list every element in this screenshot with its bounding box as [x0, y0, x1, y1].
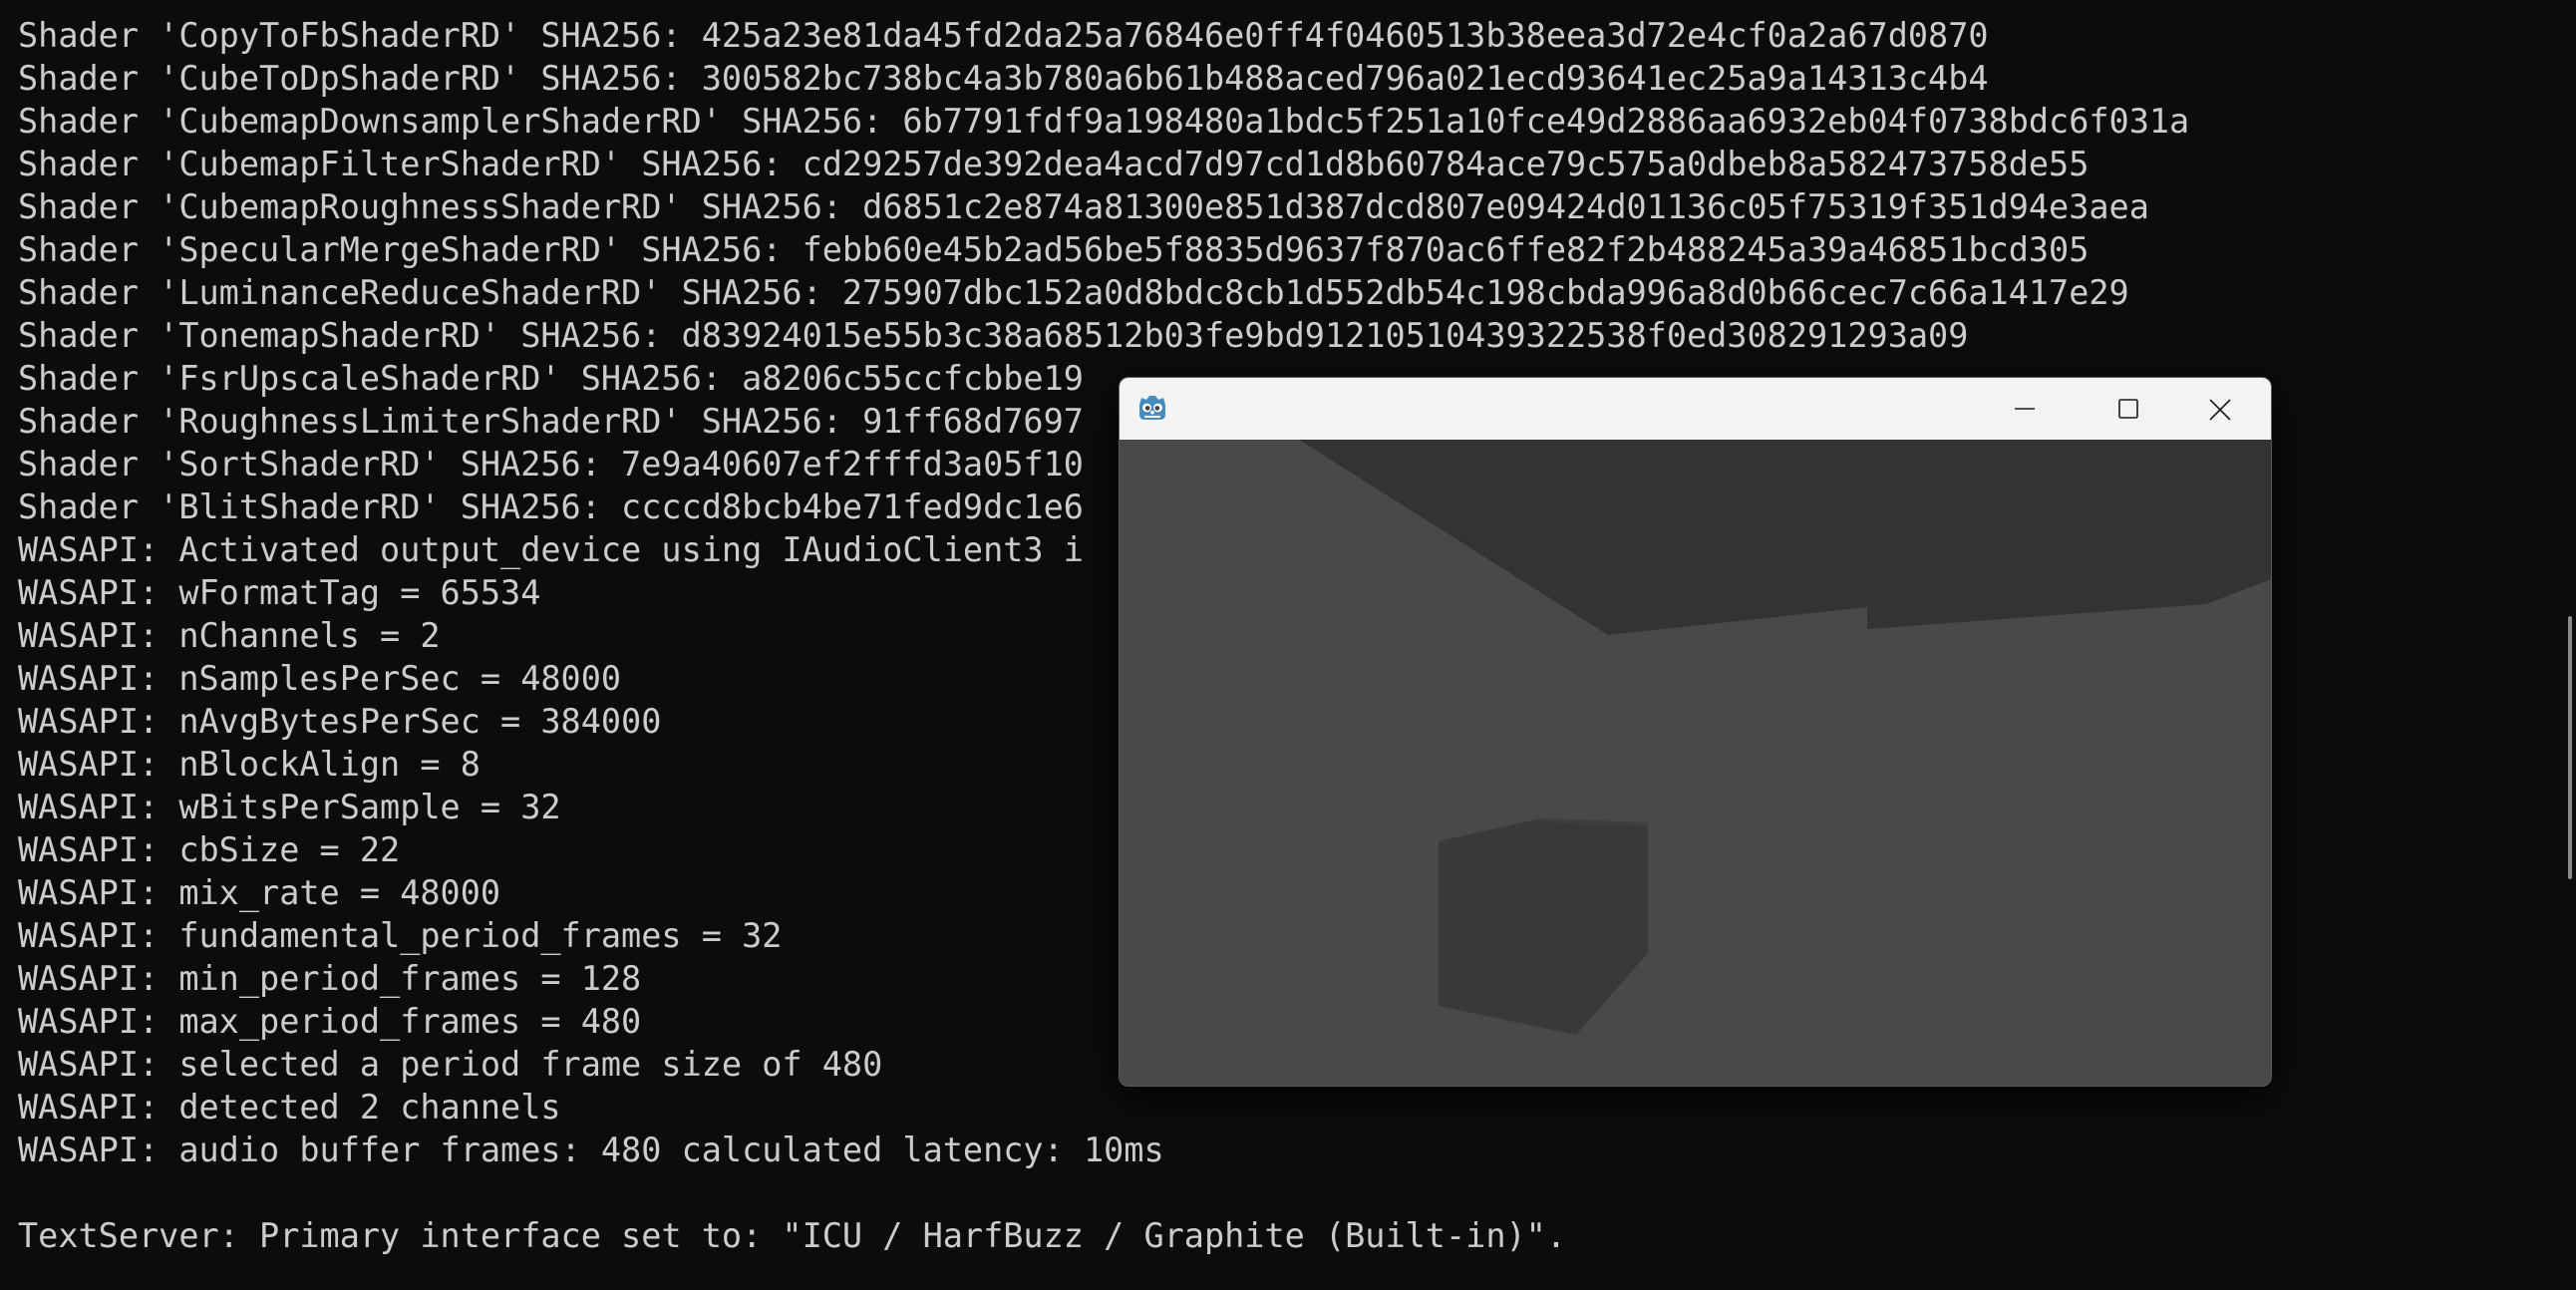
console-scrollbar[interactable]: [2568, 616, 2572, 879]
console-line: Shader 'CubemapDownsamplerShaderRD' SHA2…: [18, 102, 2190, 141]
minimize-button[interactable]: [1973, 378, 2077, 440]
godot-game-window[interactable]: [1119, 377, 2272, 1087]
console-line: Shader 'LuminanceReduceShaderRD' SHA256:…: [18, 273, 2129, 312]
console-line: Shader 'SpecularMergeShaderRD' SHA256: f…: [18, 230, 2090, 269]
console-line: Shader 'CubeToDpShaderRD' SHA256: 300582…: [18, 59, 1989, 98]
console-line: Shader 'CopyToFbShaderRD' SHA256: 425a23…: [18, 16, 1989, 55]
minimize-icon: [2015, 408, 2035, 410]
close-button[interactable]: [2167, 378, 2271, 440]
maximize-icon: [2118, 399, 2138, 419]
close-icon: [2209, 399, 2231, 421]
console-line: WASAPI: detected 2 channels: [18, 1088, 561, 1127]
console-line: Shader 'CubemapRoughnessShaderRD' SHA256…: [18, 187, 2149, 226]
console-line: WASAPI: audio buffer frames: 480 calcula…: [18, 1130, 1164, 1169]
godot-engine-icon: [1135, 391, 1169, 425]
maximize-button[interactable]: [2077, 378, 2180, 440]
console-line: Shader 'CubemapFilterShaderRD' SHA256: c…: [18, 145, 2090, 183]
console-line: TextServer: Primary interface set to: "I…: [18, 1216, 1566, 1255]
window-titlebar[interactable]: [1120, 378, 2271, 440]
console-line: Shader 'TonemapShaderRD' SHA256: d839240…: [18, 316, 1969, 355]
game-viewport[interactable]: [1120, 440, 2271, 1086]
